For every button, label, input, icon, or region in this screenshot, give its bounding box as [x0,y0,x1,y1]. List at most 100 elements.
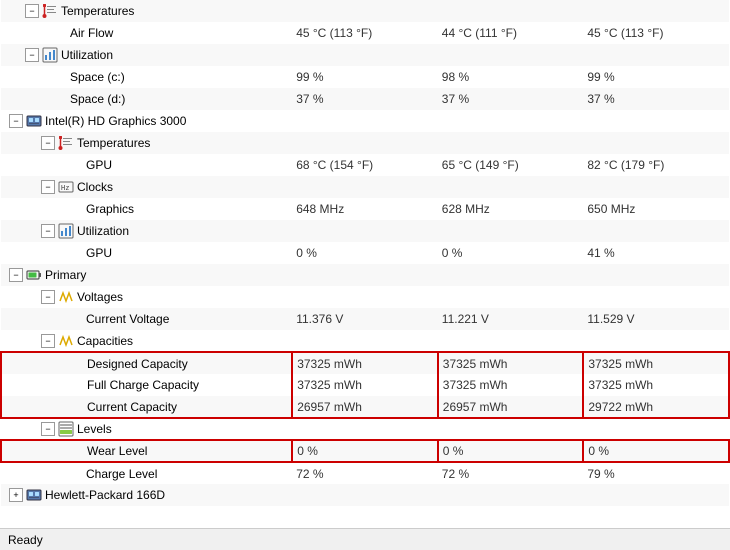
expand-icon[interactable]: − [41,180,55,194]
leaf-label: Current Voltage [86,312,169,326]
val3: 37 % [583,88,729,110]
val1: 0 % [292,440,438,462]
val3 [583,286,729,308]
primary-node: − Primary [1,264,729,286]
parent-label-cell: − Utilization [1,44,292,66]
val2: 628 MHz [438,198,584,220]
leaf-label-cell: Air Flow [1,22,292,44]
val3 [583,220,729,242]
val3: 650 MHz [583,198,729,220]
full-charge-row: Full Charge Capacity 37325 mWh 37325 mWh… [1,374,729,396]
val3: 79 % [583,462,729,484]
leaf-label: Designed Capacity [87,357,188,371]
val2: 37325 mWh [438,352,584,374]
val3 [583,132,729,154]
parent-label: Primary [45,268,86,282]
val2: 72 % [438,462,584,484]
val1 [292,330,438,352]
expand-icon[interactable]: − [41,334,55,348]
leaf-label-cell: Current Voltage [1,308,292,330]
val3: 11.529 V [583,308,729,330]
leaf-label-cell: Space (c:) [1,66,292,88]
leaf-label-cell: Charge Level [1,462,292,484]
val3: 37325 mWh [583,352,729,374]
parent-label: Intel(R) HD Graphics 3000 [45,114,186,128]
expand-icon[interactable]: − [41,224,55,238]
status-text: Ready [8,533,43,547]
val1 [292,286,438,308]
leaf-label-cell: Wear Level [1,440,292,462]
leaf-label: Air Flow [70,26,113,40]
val1: 45 °C (113 °F) [292,22,438,44]
leaf-label: Charge Level [86,467,157,481]
expand-icon[interactable]: − [41,136,55,150]
val2 [438,264,584,286]
val1: 648 MHz [292,198,438,220]
val2: 0 % [438,242,584,264]
wear-level-row: Wear Level 0 % 0 % 0 % [1,440,729,462]
clocks-node: − Hz Clocks [1,176,729,198]
charge-level-row: Charge Level 72 % 72 % 79 % [1,462,729,484]
current-capacity-row: Current Capacity 26957 mWh 26957 mWh 297… [1,396,729,418]
expand-icon[interactable]: − [9,114,23,128]
parent-label-cell: − Temperatures [1,132,292,154]
expand-icon[interactable]: − [25,4,39,18]
air-flow-row: Air Flow 45 °C (113 °F) 44 °C (111 °F) 4… [1,22,729,44]
leaf-label: GPU [86,246,112,260]
graphics-row: Graphics 648 MHz 628 MHz 650 MHz [1,198,729,220]
expand-icon[interactable]: − [25,48,39,62]
parent-label: Clocks [77,180,113,194]
val2 [438,132,584,154]
parent-label-cell: − Capacities [1,330,292,352]
val3: 41 % [583,242,729,264]
leaf-label: Space (d:) [70,92,125,106]
val1 [292,220,438,242]
parent-label-cell: − Primary [1,264,292,286]
val2 [438,484,584,506]
val1: 99 % [292,66,438,88]
val1 [292,110,438,132]
expand-icon[interactable]: − [41,290,55,304]
voltages-node: − Voltages [1,286,729,308]
val3 [583,176,729,198]
leaf-label-cell: Graphics [1,198,292,220]
val1 [292,484,438,506]
intel-hd-node: − Intel(R) HD Graphics 3000 [1,110,729,132]
space-d-row: Space (d:) 37 % 37 % 37 % [1,88,729,110]
levels-node: − Levels [1,418,729,440]
val2 [438,330,584,352]
val3: 37325 mWh [583,374,729,396]
expand-icon[interactable]: − [41,422,55,436]
val1 [292,0,438,22]
expand-icon[interactable]: + [9,488,23,502]
val2 [438,110,584,132]
current-voltage-row: Current Voltage 11.376 V 11.221 V 11.529… [1,308,729,330]
expand-icon[interactable]: − [9,268,23,282]
val3 [583,484,729,506]
leaf-label-cell: Full Charge Capacity [1,374,292,396]
val3 [583,418,729,440]
val3 [583,44,729,66]
leaf-label: Current Capacity [87,400,177,414]
parent-label-cell: − Hz Clocks [1,176,292,198]
val1: 37 % [292,88,438,110]
parent-label: Hewlett-Packard 166D [45,488,165,502]
gpu-temp-row: GPU 68 °C (154 °F) 65 °C (149 °F) 82 °C … [1,154,729,176]
svg-text:Hz: Hz [61,184,69,192]
val2 [438,418,584,440]
main-content[interactable]: − Temperatures Air Flow 45 °C (113 °F) [0,0,730,528]
intel-util-node: − Utilization [1,220,729,242]
leaf-label-cell: Current Capacity [1,396,292,418]
parent-label-cell: − Voltages [1,286,292,308]
val2: 0 % [438,440,584,462]
leaf-label: Full Charge Capacity [87,378,199,392]
val2: 37 % [438,88,584,110]
val2: 11.221 V [438,308,584,330]
val1: 26957 mWh [292,396,438,418]
space-c-row: Space (c:) 99 % 98 % 99 % [1,66,729,88]
capacities-node: − Capacities [1,330,729,352]
parent-label-cell: − Utilization [1,220,292,242]
val3 [583,264,729,286]
val3: 82 °C (179 °F) [583,154,729,176]
leaf-label: GPU [86,158,112,172]
